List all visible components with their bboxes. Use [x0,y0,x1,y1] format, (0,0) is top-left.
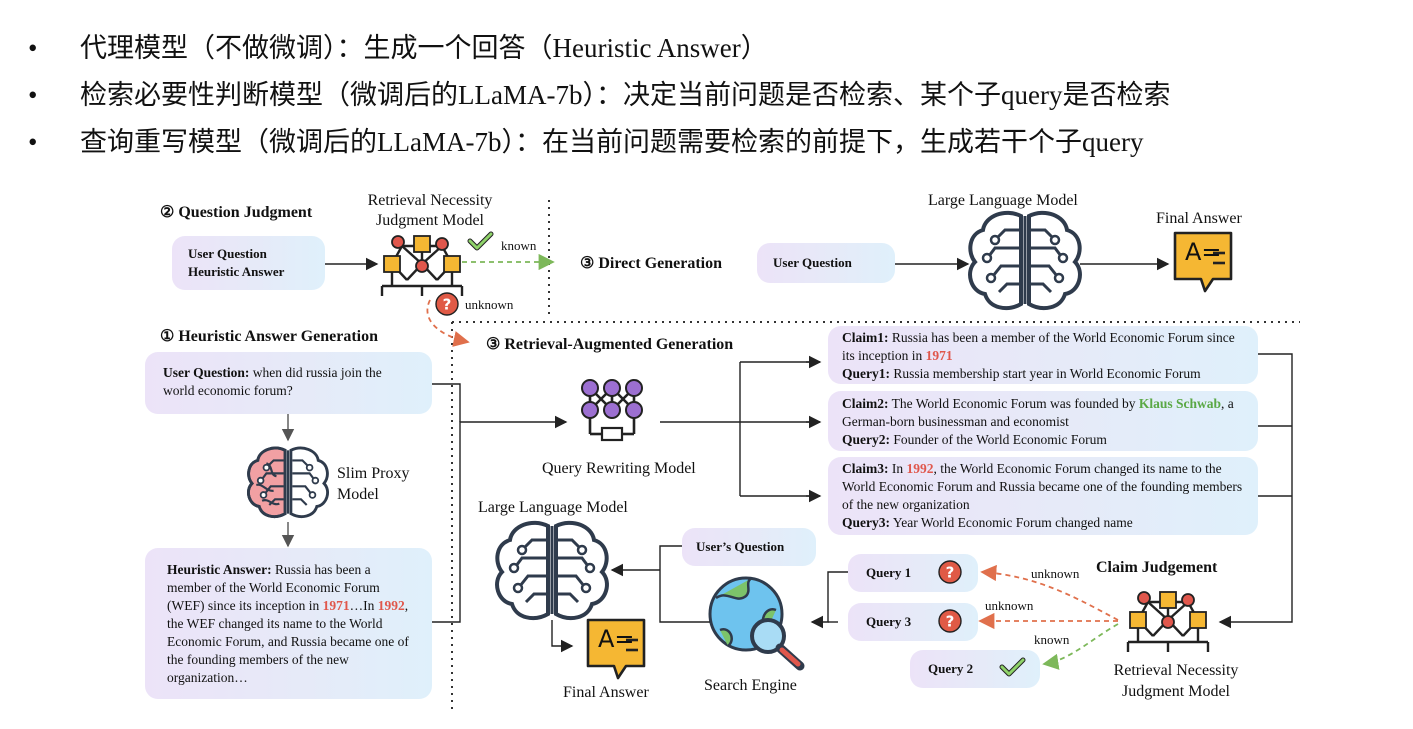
answer-glyph: A= [598,625,635,653]
final-answer-label-top: Final Answer [1156,210,1242,227]
query-label: Query3: [842,515,890,530]
name-klaus-schwab: Klaus Schwab [1138,396,1222,411]
check-icon [470,234,491,248]
final-answer-label-bottom: Final Answer [563,684,649,701]
claims-join [1258,425,1292,497]
query-text: Year World Economic Forum changed name [890,515,1133,530]
claim2-box: Claim2: The World Economic Forum was fou… [828,391,1258,451]
network-icon-rewriting [580,378,644,442]
globe-search-icon [708,576,805,671]
query-label: Query2: [842,432,890,447]
answer-glyph: A= [1185,238,1222,266]
box-line: User Question [188,246,267,261]
heuristic-text: …In [349,598,378,613]
heuristic-label: Heuristic Answer: [167,562,272,577]
year-1971: 1971 [925,348,953,363]
unknown-label-q1: unknown [1031,566,1080,581]
year-1992: 1992 [906,461,934,476]
query-rewriting-label: Query Rewriting Model [542,460,696,477]
section-heuristic-generation: ① Heuristic Answer Generation [160,328,379,345]
box-line: Heuristic Answer [188,264,285,279]
user-question-box: User Question: when did russia join the … [145,352,432,414]
query-text: Founder of the World Economic Forum [890,432,1107,447]
unknown-label: unknown [465,297,514,312]
query-label: Query1: [842,366,890,381]
rnjm-label-top: Retrieval Necessity Judgment Model [367,192,493,229]
section-rag: ③ Retrieval-Augmented Generation [486,336,734,353]
brain-icon [968,210,1082,311]
claim-text: The World Economic Forum was founded by [888,396,1139,411]
section-direct-generation: ③ Direct Generation [580,255,723,272]
year-1971: 1971 [322,598,350,613]
slim-proxy-label: Slim Proxy Model [337,465,410,503]
claim-label: Claim1: [842,330,889,345]
network-icon [380,234,464,298]
known-label-q2: known [1034,632,1070,647]
known-label: known [501,238,537,253]
question-icon [435,292,459,316]
unknown-label-q3: unknown [985,598,1034,613]
section-claim-judgement: Claim Judgement [1096,559,1218,576]
arrow-to-final-answer-bottom [551,620,574,653]
claim1-box: Claim1: Russia has been a member of the … [828,326,1258,384]
rnjm-label-bottom: Retrieval Necessity Judgment Model [1113,662,1239,700]
queries-to-search [810,571,848,629]
user-question-direct-box: User Question [757,243,895,283]
query3-box: Query 3 [848,603,978,641]
network-icon-claim [1126,590,1210,654]
query1-box: Query 1 [848,554,978,592]
section-question-judgment: ② Question Judgment [160,204,313,221]
claim-label: Claim3: [842,461,889,476]
claim-text: In [888,461,907,476]
claim-text: Russia has been a member of the World Ec… [842,330,1235,363]
llm-label-top: Large Language Model [928,192,1078,209]
brain-icon-slim-proxy [246,446,330,519]
heuristic-answer-box: Heuristic Answer: Russia has been a memb… [145,548,432,699]
year-1992: 1992 [377,598,405,613]
user-question-label: User Question: [163,365,250,380]
users-question-box: User’s Question [682,528,816,566]
claim3-box: Claim3: In 1992, the World Economic Foru… [828,457,1258,535]
query2-box: Query 2 [910,650,1040,688]
search-engine-label: Search Engine [704,677,797,694]
llm-label-bottom: Large Language Model [478,499,628,516]
brain-icon-bottom [495,520,609,621]
query-text: Russia membership start year in World Ec… [890,366,1201,381]
connector-uq [432,383,461,422]
claim-label: Claim2: [842,396,889,411]
user-question-heuristic-box: User Question Heuristic Answer [172,236,325,290]
